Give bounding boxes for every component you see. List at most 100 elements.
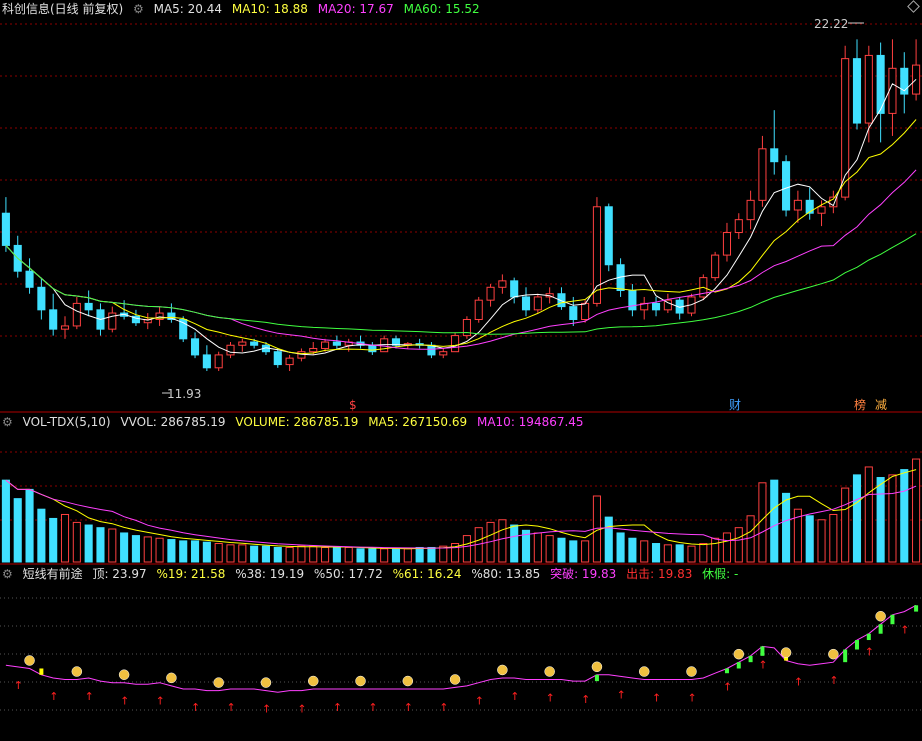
volume-bar <box>498 519 507 563</box>
settings-gear-icon[interactable]: ⚙ <box>2 415 13 429</box>
signal-indicator-name[interactable]: 短线有前途 <box>23 567 83 581</box>
candle-body <box>190 338 200 356</box>
volume-bar <box>841 487 850 563</box>
candle-body <box>581 302 590 320</box>
candle-body <box>238 341 247 346</box>
volume-bar <box>403 548 412 563</box>
volume-bar <box>900 469 909 563</box>
money-bag-icon <box>686 666 697 677</box>
candle-body <box>888 67 897 114</box>
signal-bar <box>866 633 871 641</box>
volume-bar <box>179 540 188 563</box>
buy-arrow-icon: ↑ <box>49 690 58 703</box>
volume-bar <box>226 544 235 563</box>
event-marker-dollar[interactable]: $ <box>349 398 357 412</box>
volume-bar <box>391 548 401 563</box>
event-marker-reduce[interactable]: 减 <box>875 398 887 412</box>
candle-body <box>533 296 542 311</box>
buy-arrow-icon: ↑ <box>404 701 413 714</box>
volume-bar <box>96 527 105 563</box>
candle-body <box>332 341 341 346</box>
volume-bar <box>852 474 862 563</box>
signal-bar <box>39 668 44 675</box>
money-bag-icon <box>780 647 792 658</box>
high-price-marker: 22.22 <box>814 17 848 31</box>
buy-arrow-icon: ↑ <box>14 679 23 692</box>
volume-bar <box>770 479 779 563</box>
money-bag-icon <box>71 666 83 677</box>
candle-body <box>60 325 70 330</box>
settings-gear-icon[interactable]: ⚙ <box>133 2 144 16</box>
volume-bar <box>285 546 294 563</box>
settings-gear-icon[interactable]: ⚙ <box>2 567 13 581</box>
signal-panel-header: ⚙ 短线有前途 顶: 23.97 %19: 21.58 %38: 19.19 %… <box>2 567 744 581</box>
volume-bar <box>734 527 743 563</box>
signal-bar <box>594 674 599 682</box>
candle-body <box>805 199 814 214</box>
candle-body <box>273 351 282 366</box>
volume-bar <box>640 540 649 563</box>
volume-value: VOLUME: 286785.19 <box>235 415 359 429</box>
candle-body <box>793 199 802 211</box>
volume-bar <box>581 540 590 563</box>
candle-body <box>439 351 448 356</box>
candle-body <box>770 148 779 163</box>
volume-bar <box>462 535 471 563</box>
volume-bar <box>604 516 613 563</box>
volume-bar <box>297 545 306 563</box>
volume-bar <box>344 546 353 563</box>
volume-bar <box>651 543 661 563</box>
volume-bar <box>569 540 578 563</box>
volume-bar <box>108 528 117 563</box>
volume-bar <box>533 532 542 563</box>
ma5-value: MA5: 20.44 <box>153 2 223 16</box>
ma60-value: MA60: 15.52 <box>403 2 480 16</box>
candle-body <box>37 286 46 311</box>
candle-body <box>368 344 377 353</box>
candle-body <box>604 206 613 266</box>
chart-canvas[interactable]: ↑ ↑ ↑ ↑ ↑ ↑ ↑ ↑ ↑ ↑ ↑ ↑ ↑ ↑ ↑ ↑ ↑ ↑ ↑ ↑ ↑ ↑ ↑ ↑ ↑ ↑ 22.22 11.93 $… <box>0 0 922 741</box>
money-bag-icon <box>497 664 508 676</box>
event-marker-finance[interactable]: 财 <box>729 398 741 412</box>
buy-arrow-icon: ↑ <box>829 674 838 687</box>
volume-bar <box>202 541 211 563</box>
buy-arrow-icon: ↑ <box>900 624 909 637</box>
volume-bar <box>167 539 176 563</box>
buy-arrow-icon: ↑ <box>297 703 306 716</box>
event-marker-ranking[interactable]: 榜 <box>854 397 866 412</box>
candle-body <box>1 212 10 246</box>
volume-bar <box>190 540 200 563</box>
p50-value: %50: 17.72 <box>313 567 383 581</box>
money-bag-icon <box>591 661 603 673</box>
candle-body <box>746 199 755 221</box>
candle-body <box>226 344 235 356</box>
buy-arrow-icon: ↑ <box>652 692 661 705</box>
candle-body <box>72 302 81 327</box>
candle-body <box>852 58 862 124</box>
volume-bar <box>72 521 81 563</box>
p19-value: %19: 21.58 <box>156 567 226 581</box>
money-bag-icon <box>875 610 886 622</box>
stock-title[interactable]: 科创信息(日线 前复权) <box>2 2 123 16</box>
money-bag-icon <box>355 675 366 687</box>
volume-bar <box>711 537 720 563</box>
buy-arrow-icon: ↑ <box>85 690 94 703</box>
buy-arrow-icon: ↑ <box>581 693 590 706</box>
candle-body <box>498 280 507 288</box>
rest-value: 休假: - <box>702 567 739 581</box>
money-bag-icon <box>260 677 272 688</box>
candle-body <box>250 341 259 346</box>
candle-body <box>84 302 93 311</box>
volume-indicator-name[interactable]: VOL-TDX(5,10) <box>23 415 111 429</box>
volume-bar <box>49 517 58 563</box>
main-panel-header: 科创信息(日线 前复权) ⚙ MA5: 20.44 MA10: 18.88 MA… <box>2 2 486 16</box>
p80-value: %80: 13.85 <box>471 567 541 581</box>
buy-arrow-icon: ↑ <box>475 695 484 708</box>
volume-bar <box>864 466 873 563</box>
candle-body <box>427 344 436 356</box>
buy-arrow-icon: ↑ <box>439 701 448 714</box>
volume-bar <box>876 477 885 563</box>
candle-body <box>510 280 519 298</box>
volume-bar <box>356 548 365 563</box>
top-value: 顶: 23.97 <box>92 567 147 581</box>
